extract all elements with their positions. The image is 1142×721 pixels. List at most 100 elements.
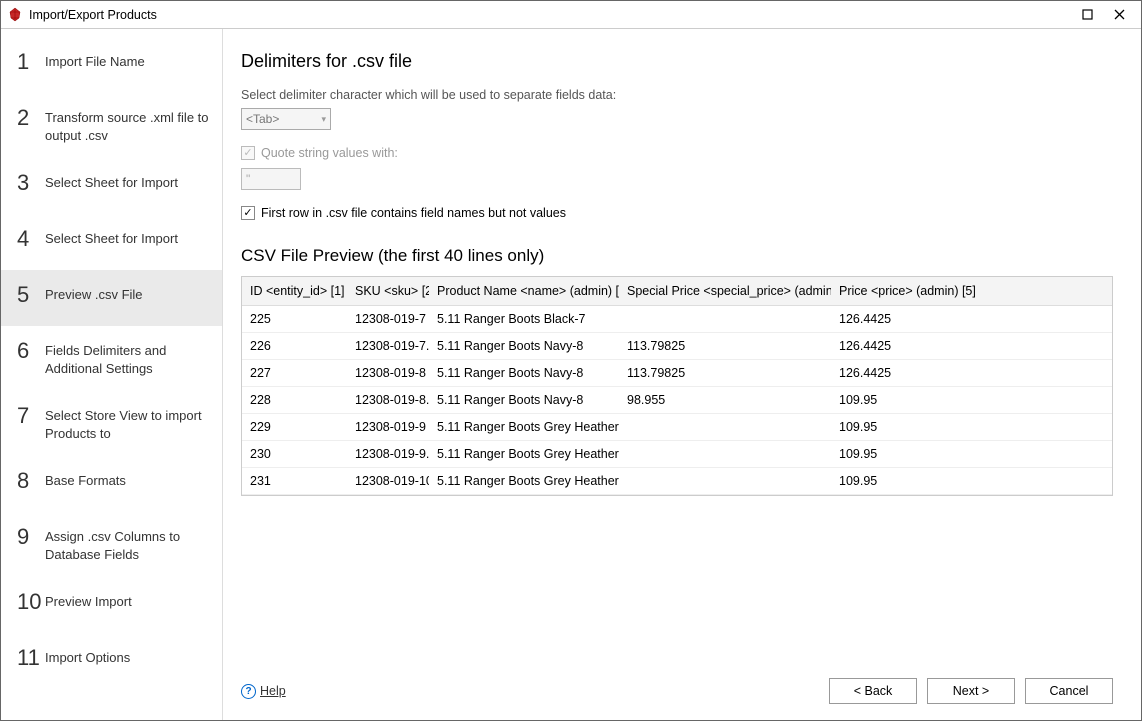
- quote-checkbox[interactable]: ✓: [241, 146, 255, 160]
- step-number: 4: [17, 228, 45, 250]
- step-number: 8: [17, 470, 45, 492]
- cell-id: 229: [242, 414, 347, 441]
- cell-sku: 12308-019-7: [347, 306, 429, 333]
- cell-sku: 12308-019-10: [347, 468, 429, 495]
- step-number: 3: [17, 172, 45, 194]
- step-label: Transform source .xml file to output .cs…: [45, 107, 210, 144]
- firstrow-checkbox[interactable]: ✓: [241, 206, 255, 220]
- step-label: Preview .csv File: [45, 284, 143, 304]
- column-header[interactable]: Price <price> (admin) [5]: [831, 277, 1112, 306]
- close-button[interactable]: [1103, 4, 1135, 26]
- step-label: Base Formats: [45, 470, 126, 490]
- cell-price: 126.4425: [831, 333, 1112, 360]
- step-number: 9: [17, 526, 45, 548]
- cell-price: 109.95: [831, 387, 1112, 414]
- csv-preview-table-wrap: ID <entity_id> [1]SKU <sku> [2]Product N…: [241, 276, 1113, 496]
- cell-id: 226: [242, 333, 347, 360]
- step-number: 6: [17, 340, 45, 362]
- cell-id: 231: [242, 468, 347, 495]
- step-label: Select Store View to import Products to: [45, 405, 210, 442]
- wizard-sidebar: 1Import File Name2Transform source .xml …: [1, 29, 223, 720]
- step-label: Select Sheet for Import: [45, 228, 178, 248]
- maximize-button[interactable]: [1071, 4, 1103, 26]
- cancel-button[interactable]: Cancel: [1025, 678, 1113, 704]
- wizard-step-8[interactable]: 8Base Formats: [1, 456, 222, 512]
- column-header[interactable]: SKU <sku> [2]: [347, 277, 429, 306]
- cell-name: 5.11 Ranger Boots Navy-8: [429, 360, 619, 387]
- titlebar: Import/Export Products: [1, 1, 1141, 29]
- help-icon: ?: [241, 684, 256, 699]
- cell-sp: 98.955: [619, 387, 831, 414]
- wizard-step-11[interactable]: 11Import Options: [1, 633, 222, 689]
- table-row[interactable]: 22512308-019-75.11 Ranger Boots Black-7 1…: [242, 306, 1112, 333]
- cell-name: 5.11 Ranger Boots Navy-8: [429, 387, 619, 414]
- quote-checkbox-row: ✓ Quote string values with:: [241, 146, 1113, 160]
- cell-name: 5.11 Ranger Boots Grey Heather-9.5: [429, 414, 619, 441]
- column-header[interactable]: Product Name <name> (admin) [3]: [429, 277, 619, 306]
- csv-preview-table: ID <entity_id> [1]SKU <sku> [2]Product N…: [242, 277, 1112, 495]
- help-label: Help: [260, 684, 286, 698]
- page-heading: Delimiters for .csv file: [241, 51, 1113, 72]
- cell-id: 230: [242, 441, 347, 468]
- quote-input: [241, 168, 301, 190]
- wizard-step-3[interactable]: 3Select Sheet for Import: [1, 158, 222, 214]
- cell-sku: 12308-019-9.5: [347, 441, 429, 468]
- table-row[interactable]: 22612308-019-7.55.11 Ranger Boots Navy-8…: [242, 333, 1112, 360]
- cell-sku: 12308-019-7.5: [347, 333, 429, 360]
- step-number: 5: [17, 284, 45, 306]
- table-row[interactable]: 22812308-019-8.55.11 Ranger Boots Navy-8…: [242, 387, 1112, 414]
- footer: ? Help < Back Next > Cancel: [241, 678, 1113, 704]
- step-number: 2: [17, 107, 45, 129]
- wizard-step-6[interactable]: 6Fields Delimiters and Additional Settin…: [1, 326, 222, 391]
- cell-id: 228: [242, 387, 347, 414]
- main-panel: Delimiters for .csv file Select delimite…: [223, 29, 1141, 720]
- cell-name: 5.11 Ranger Boots Grey Heather-9.5: [429, 468, 619, 495]
- step-label: Import Options: [45, 647, 130, 667]
- cell-price: 109.95: [831, 441, 1112, 468]
- step-number: 7: [17, 405, 45, 427]
- table-row[interactable]: 22712308-019-85.11 Ranger Boots Navy-811…: [242, 360, 1112, 387]
- wizard-step-7[interactable]: 7Select Store View to import Products to: [1, 391, 222, 456]
- next-button[interactable]: Next >: [927, 678, 1015, 704]
- help-link[interactable]: ? Help: [241, 684, 286, 699]
- cell-name: 5.11 Ranger Boots Grey Heather-9.5: [429, 441, 619, 468]
- quote-label: Quote string values with:: [261, 146, 398, 160]
- cell-sp: 113.79825: [619, 360, 831, 387]
- step-label: Fields Delimiters and Additional Setting…: [45, 340, 210, 377]
- step-label: Import File Name: [45, 51, 145, 71]
- cell-price: 109.95: [831, 468, 1112, 495]
- cell-price: 126.4425: [831, 306, 1112, 333]
- table-row[interactable]: 23112308-019-105.11 Ranger Boots Grey He…: [242, 468, 1112, 495]
- cell-sku: 12308-019-8.5: [347, 387, 429, 414]
- wizard-step-2[interactable]: 2Transform source .xml file to output .c…: [1, 93, 222, 158]
- step-number: 11: [17, 647, 45, 669]
- delimiter-select[interactable]: <Tab> ▾: [241, 108, 331, 130]
- cell-name: 5.11 Ranger Boots Black-7: [429, 306, 619, 333]
- cell-id: 225: [242, 306, 347, 333]
- table-row[interactable]: 22912308-019-95.11 Ranger Boots Grey Hea…: [242, 414, 1112, 441]
- cell-sp: 113.79825: [619, 333, 831, 360]
- preview-heading: CSV File Preview (the first 40 lines onl…: [241, 246, 1113, 266]
- table-row[interactable]: 23012308-019-9.55.11 Ranger Boots Grey H…: [242, 441, 1112, 468]
- back-button[interactable]: < Back: [829, 678, 917, 704]
- wizard-step-10[interactable]: 10Preview Import: [1, 577, 222, 633]
- window-title: Import/Export Products: [29, 8, 1071, 22]
- step-label: Select Sheet for Import: [45, 172, 178, 192]
- cell-sp: [619, 468, 831, 495]
- column-header[interactable]: ID <entity_id> [1]: [242, 277, 347, 306]
- step-label: Preview Import: [45, 591, 132, 611]
- wizard-step-9[interactable]: 9Assign .csv Columns to Database Fields: [1, 512, 222, 577]
- app-icon: [7, 7, 23, 23]
- step-number: 10: [17, 591, 45, 613]
- cell-sp: [619, 414, 831, 441]
- cell-name: 5.11 Ranger Boots Navy-8: [429, 333, 619, 360]
- delimiter-value: <Tab>: [246, 112, 279, 126]
- firstrow-label: First row in .csv file contains field na…: [261, 206, 566, 220]
- column-header[interactable]: Special Price <special_price> (admin) [4…: [619, 277, 831, 306]
- cell-sp: [619, 441, 831, 468]
- wizard-step-5[interactable]: 5Preview .csv File: [1, 270, 222, 326]
- wizard-step-4[interactable]: 4Select Sheet for Import: [1, 214, 222, 270]
- wizard-step-1[interactable]: 1Import File Name: [1, 37, 222, 93]
- step-label: Assign .csv Columns to Database Fields: [45, 526, 210, 563]
- cell-sku: 12308-019-8: [347, 360, 429, 387]
